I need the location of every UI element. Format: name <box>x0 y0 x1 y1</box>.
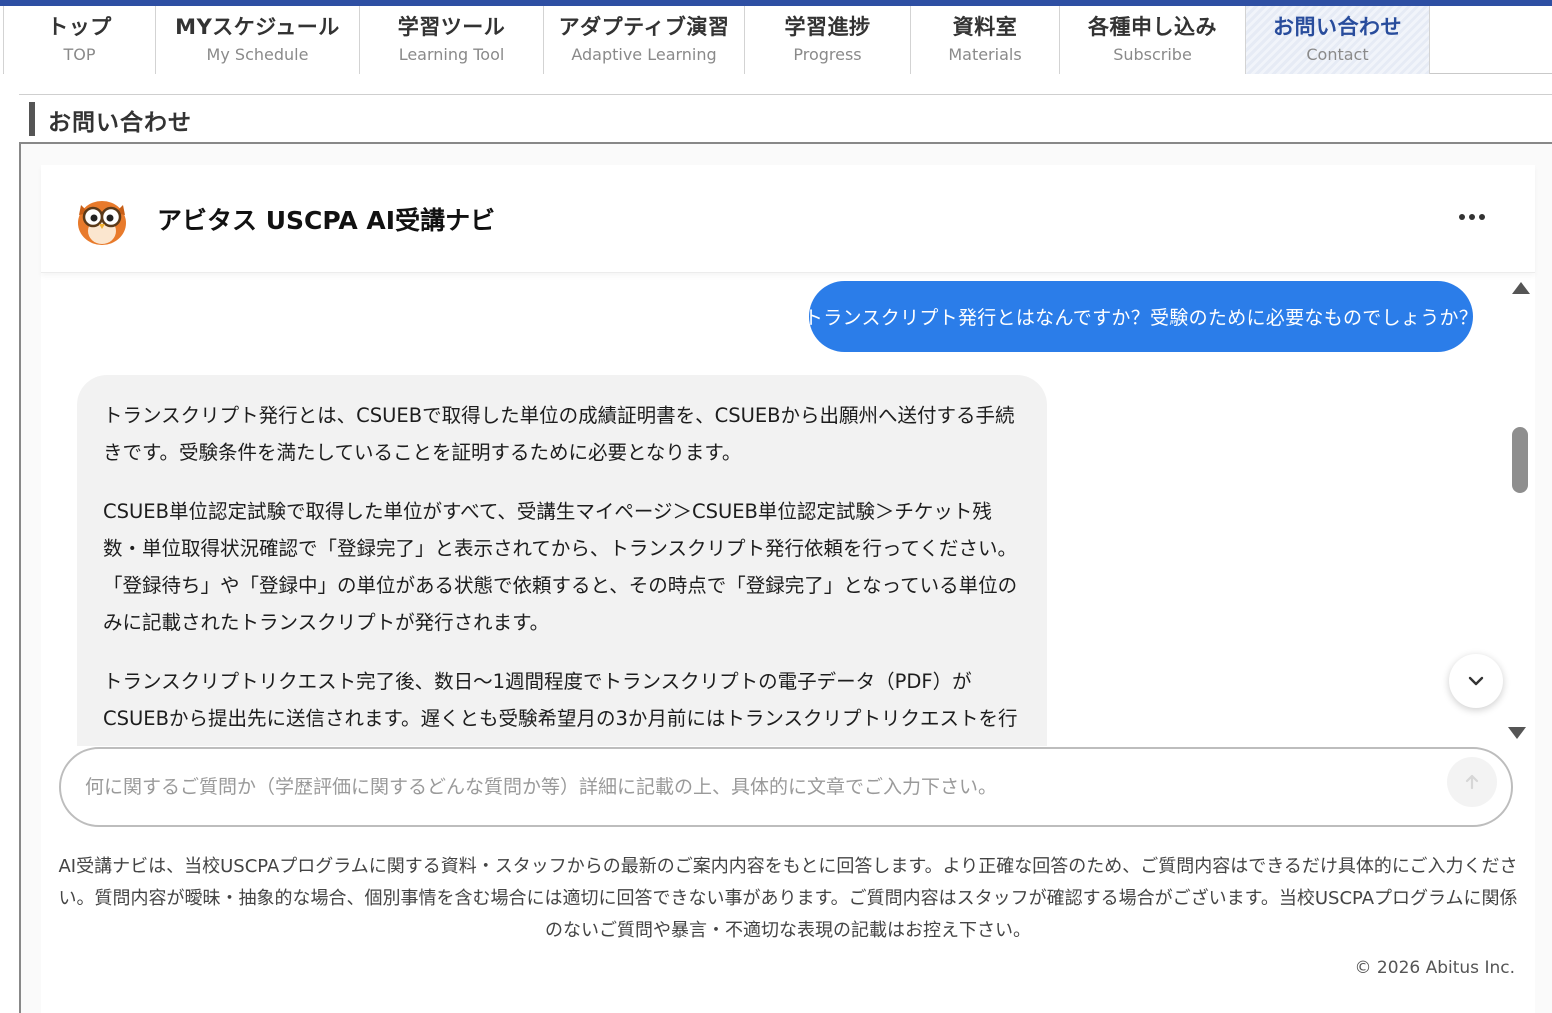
arrow-up-icon <box>1465 774 1479 790</box>
more-dots-icon <box>1469 214 1475 220</box>
user-message-bubble: トランスクリプト発行とはなんですか？受験のために必要なものでしょうか？ <box>804 281 1478 352</box>
copyright: © 2026 Abitus Inc. <box>1354 958 1515 978</box>
message-list[interactable]: トランスクリプト発行とはなんですか？受験のために必要なものでしょうか？ トランス… <box>41 274 1535 746</box>
tab-label-en: Contact <box>1306 45 1369 64</box>
more-dots-icon <box>1459 214 1465 220</box>
tab-top[interactable]: トップ TOP <box>4 6 156 74</box>
scrollbar-thumb[interactable] <box>1512 427 1528 493</box>
section-marker <box>29 102 35 136</box>
tab-label-en: My Schedule <box>206 45 309 64</box>
tab-label-en: Learning Tool <box>398 45 505 64</box>
chevron-down-icon <box>1468 676 1484 686</box>
tab-label-jp: アダプティブ演習 <box>558 15 730 39</box>
content-frame: アビタス USCPA AI受講ナビ トランスクリプト発行とはなんですか？受験のた… <box>19 144 1552 1013</box>
nav-divider <box>1430 73 1552 74</box>
bot-message-paragraph: トランスクリプト発行とは、CSUEBで取得した単位の成績証明書を、CSUEBから… <box>103 404 1015 464</box>
tab-materials[interactable]: 資料室 Materials <box>911 6 1060 74</box>
tab-label-jp: 学習ツール <box>397 15 506 39</box>
tab-label-en: Progress <box>793 45 862 64</box>
more-options-button[interactable] <box>1455 203 1489 231</box>
tab-label-en: Materials <box>948 45 1022 64</box>
bot-message-paragraph: トランスクリプトリクエスト完了後、数日〜1週間程度でトランスクリプトの電子データ… <box>103 670 1018 746</box>
scroll-up-arrow-icon[interactable] <box>1512 282 1530 294</box>
bot-message-bubble: トランスクリプト発行とは、CSUEBで取得した単位の成績証明書を、CSUEBから… <box>77 375 1047 746</box>
tab-label-jp: トップ <box>47 15 112 39</box>
chat-title: アビタス USCPA AI受講ナビ <box>157 206 496 235</box>
tab-label-jp: お問い合わせ <box>1273 15 1402 39</box>
tab-label-jp: 学習進捗 <box>784 15 871 39</box>
tab-label-jp: MYスケジュール <box>175 15 340 39</box>
send-button[interactable] <box>1447 757 1497 807</box>
tab-label-jp: 各種申し込み <box>1088 15 1217 39</box>
tab-progress[interactable]: 学習進捗 Progress <box>745 6 911 74</box>
owl-mascot-icon <box>78 201 126 245</box>
bot-message-paragraph: CSUEB単位認定試験で取得した単位がすべて、受講生マイページ＞CSUEB単位認… <box>103 500 1018 634</box>
tab-adaptive-learning[interactable]: アダプティブ演習 Adaptive Learning <box>544 6 745 74</box>
disclaimer-text: AI受講ナビは、当校USCPAプログラムに関する資料・スタッフからの最新のご案内… <box>58 856 1518 941</box>
tab-learning-tool[interactable]: 学習ツール Learning Tool <box>360 6 544 74</box>
main-navigation: トップ TOP MYスケジュール My Schedule 学習ツール Learn… <box>3 6 1430 74</box>
tab-subscribe[interactable]: 各種申し込み Subscribe <box>1060 6 1246 74</box>
message-input[interactable] <box>85 767 1425 807</box>
tab-label-en: Adaptive Learning <box>571 45 717 64</box>
tab-my-schedule[interactable]: MYスケジュール My Schedule <box>156 6 360 74</box>
tab-label-en: TOP <box>63 45 96 64</box>
tab-label-en: Subscribe <box>1113 45 1192 64</box>
chat-widget: アビタス USCPA AI受講ナビ トランスクリプト発行とはなんですか？受験のた… <box>41 165 1535 1013</box>
scroll-to-bottom-button[interactable] <box>1449 654 1503 708</box>
section-header: お問い合わせ <box>19 94 1552 144</box>
page-title: お問い合わせ <box>48 110 192 136</box>
message-input-container <box>59 747 1513 827</box>
more-dots-icon <box>1479 214 1485 220</box>
tab-label-jp: 資料室 <box>952 15 1018 39</box>
tab-contact[interactable]: お問い合わせ Contact <box>1246 6 1430 74</box>
chat-header: アビタス USCPA AI受講ナビ <box>41 165 1535 273</box>
scroll-down-arrow-icon[interactable] <box>1508 727 1526 739</box>
